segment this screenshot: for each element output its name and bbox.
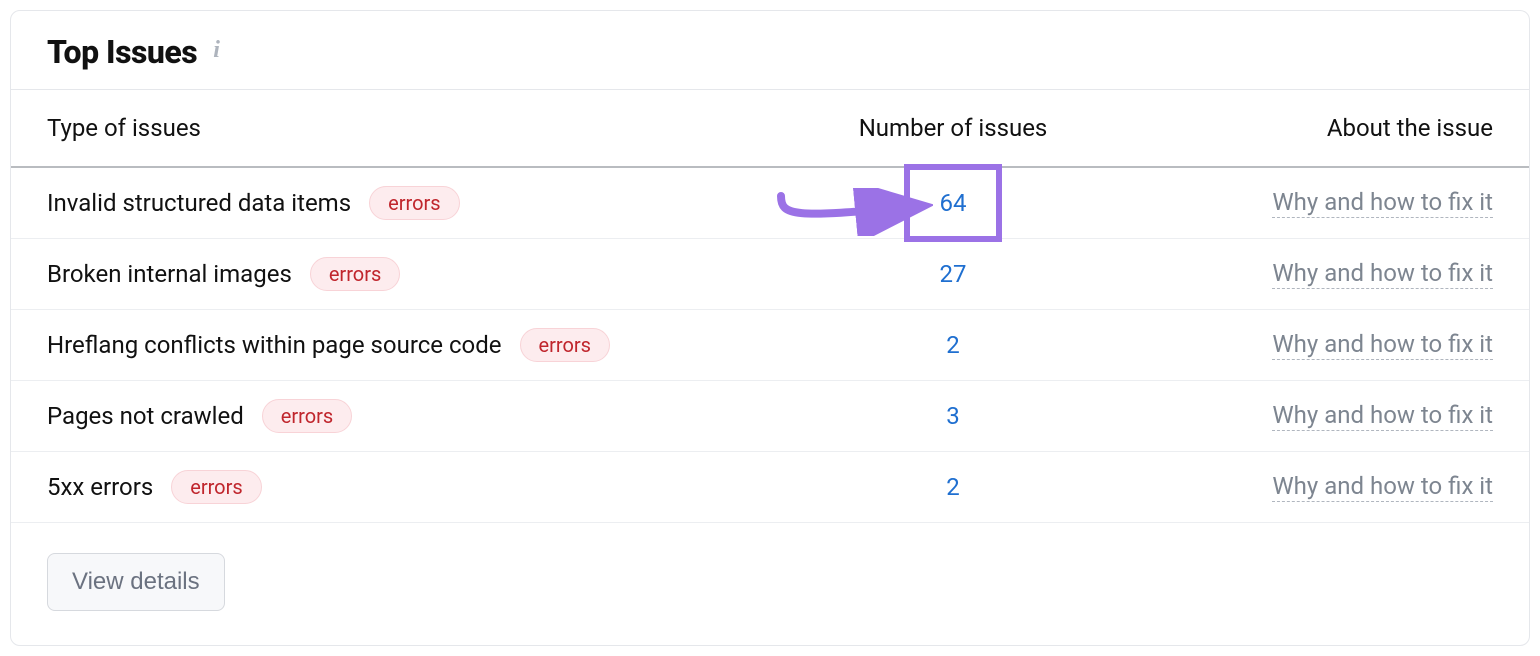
error-badge: errors	[369, 186, 459, 220]
issue-count-link[interactable]: 3	[946, 402, 960, 430]
error-badge: errors	[171, 470, 261, 504]
issue-name: 5xx errors	[47, 473, 153, 501]
error-badge: errors	[262, 399, 352, 433]
table-row: Pages not crawled errors 3 Why and how to f…	[11, 381, 1529, 452]
about-issue-link[interactable]: Why and how to fix it	[1272, 259, 1493, 289]
error-badge: errors	[310, 257, 400, 291]
issue-name: Invalid structured data items	[47, 189, 351, 217]
about-issue-cell: Why and how to fix it	[1113, 401, 1493, 431]
top-issues-card: Top Issues i Type of issues Number of is…	[10, 10, 1530, 646]
issue-count-cell: 2	[793, 331, 1113, 359]
about-issue-cell: Why and how to fix it	[1113, 472, 1493, 502]
card-title: Top Issues	[47, 33, 197, 71]
issue-name: Pages not crawled	[47, 402, 244, 430]
issue-type-cell: 5xx errors errors	[47, 470, 793, 504]
issue-count-link[interactable]: 64	[940, 189, 967, 217]
column-header-type: Type of issues	[47, 90, 793, 166]
about-issue-link[interactable]: Why and how to fix it	[1272, 188, 1493, 218]
issue-count-cell: 2	[793, 473, 1113, 501]
about-issue-link[interactable]: Why and how to fix it	[1272, 330, 1493, 360]
table-header-row: Type of issues Number of issues About th…	[11, 89, 1529, 168]
about-issue-link[interactable]: Why and how to fix it	[1272, 472, 1493, 502]
issue-type-cell: Invalid structured data items errors	[47, 186, 793, 220]
issue-type-cell: Broken internal images errors	[47, 257, 793, 291]
issue-count-cell: 3	[793, 402, 1113, 430]
issue-count-cell: 27	[793, 260, 1113, 288]
table-row: Invalid structured data items errors 64 Why…	[11, 168, 1529, 239]
issue-name: Hreflang conflicts within page source co…	[47, 331, 502, 359]
info-icon[interactable]: i	[213, 38, 220, 62]
issue-count-cell: 64	[793, 189, 1113, 217]
table-row: Broken internal images errors 27 Why and ho…	[11, 239, 1529, 310]
card-footer: View details	[11, 523, 1529, 645]
issue-type-cell: Pages not crawled errors	[47, 399, 793, 433]
about-issue-link[interactable]: Why and how to fix it	[1272, 401, 1493, 431]
error-badge: errors	[520, 328, 610, 362]
table-row: 5xx errors errors 2 Why and how to fix it	[11, 452, 1529, 523]
view-details-button[interactable]: View details	[47, 553, 225, 611]
issue-name: Broken internal images	[47, 260, 292, 288]
issue-count-link[interactable]: 27	[940, 260, 967, 288]
about-issue-cell: Why and how to fix it	[1113, 188, 1493, 218]
issue-count-link[interactable]: 2	[946, 331, 960, 359]
about-issue-cell: Why and how to fix it	[1113, 259, 1493, 289]
issue-type-cell: Hreflang conflicts within page source co…	[47, 328, 793, 362]
column-header-about: About the issue	[1113, 90, 1493, 166]
card-header: Top Issues i	[11, 11, 1529, 89]
about-issue-cell: Why and how to fix it	[1113, 330, 1493, 360]
column-header-number: Number of issues	[793, 90, 1113, 166]
issue-count-link[interactable]: 2	[946, 473, 960, 501]
table-row: Hreflang conflicts within page source co…	[11, 310, 1529, 381]
